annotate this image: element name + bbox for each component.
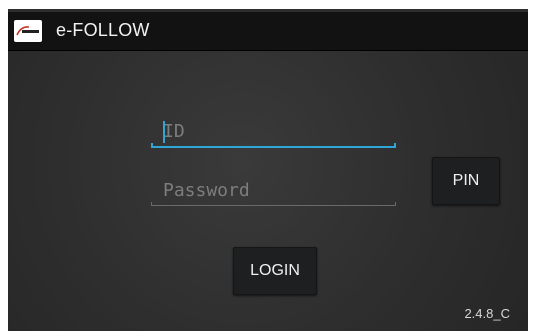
text-cursor bbox=[163, 121, 165, 143]
password-input-underline bbox=[151, 202, 396, 206]
id-input-underline bbox=[151, 143, 396, 148]
login-button[interactable]: LOGIN bbox=[233, 247, 317, 295]
version-label: 2.4.8_C bbox=[464, 306, 510, 321]
app-window: e-FOLLOW PIN LOGIN 2.4.8_C bbox=[8, 9, 528, 331]
pin-button[interactable]: PIN bbox=[432, 157, 500, 205]
e-follow-logo-icon bbox=[16, 26, 39, 36]
login-screen: PIN LOGIN 2.4.8_C bbox=[8, 51, 528, 331]
id-input[interactable] bbox=[151, 114, 396, 148]
password-input[interactable] bbox=[151, 173, 396, 207]
action-bar: e-FOLLOW bbox=[8, 12, 528, 51]
app-title: e-FOLLOW bbox=[56, 20, 150, 40]
app-logo bbox=[14, 20, 42, 42]
